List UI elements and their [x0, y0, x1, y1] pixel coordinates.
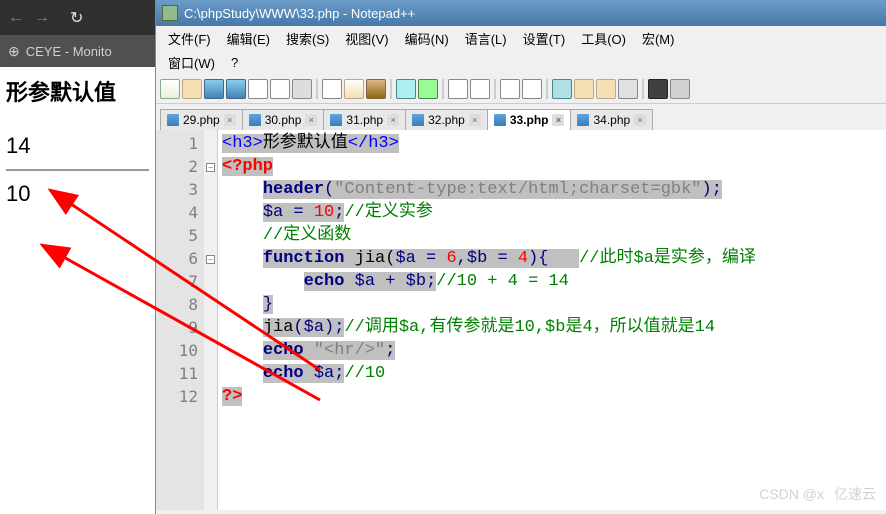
- save-all-icon[interactable]: [226, 79, 246, 99]
- menu-tools[interactable]: 工具(O): [573, 27, 634, 50]
- watermark-logo: 亿速云: [834, 484, 876, 504]
- watermark: CSDN @x 亿速云: [759, 484, 876, 504]
- menu-macro[interactable]: 宏(M): [634, 27, 683, 50]
- menu-help[interactable]: ?: [223, 53, 246, 72]
- paste-icon[interactable]: [366, 79, 386, 99]
- back-icon[interactable]: ←: [8, 9, 24, 27]
- file-tab[interactable]: 30.php×: [242, 109, 325, 130]
- disk-icon: [577, 114, 589, 126]
- toolbar-separator: [390, 79, 392, 99]
- menu-search[interactable]: 搜索(S): [278, 27, 337, 50]
- separator: [6, 169, 149, 171]
- zoom-in-icon[interactable]: [500, 79, 520, 99]
- toolbar-separator: [494, 79, 496, 99]
- menu-window[interactable]: 窗口(W): [160, 51, 223, 74]
- window-title: C:\phpStudy\WWW\33.php - Notepad++: [184, 6, 415, 21]
- file-tab[interactable]: 31.php×: [323, 109, 406, 130]
- menu-file[interactable]: 文件(F): [160, 27, 219, 50]
- replace-icon[interactable]: [470, 79, 490, 99]
- tab-close-icon[interactable]: ×: [552, 114, 564, 126]
- print-icon[interactable]: [292, 79, 312, 99]
- menu-view[interactable]: 视图(V): [337, 27, 396, 50]
- tab-close-icon[interactable]: ×: [224, 114, 236, 126]
- tab-close-icon[interactable]: ×: [469, 114, 481, 126]
- indent-guide-icon[interactable]: [618, 79, 638, 99]
- toolbar-separator: [642, 79, 644, 99]
- close-icon[interactable]: [248, 79, 268, 99]
- disk-icon: [412, 114, 424, 126]
- fold-toggle-icon[interactable]: −: [206, 255, 215, 264]
- watermark-csdn: CSDN @x: [759, 486, 824, 502]
- menu-settings[interactable]: 设置(T): [515, 27, 574, 50]
- file-tab[interactable]: 32.php×: [405, 109, 488, 130]
- disk-icon: [330, 114, 342, 126]
- page-heading: 形参默认值: [6, 75, 149, 107]
- copy-icon[interactable]: [344, 79, 364, 99]
- open-file-icon[interactable]: [182, 79, 202, 99]
- menu-bar-2: 窗口(W) ?: [156, 50, 886, 74]
- window-titlebar[interactable]: C:\phpStudy\WWW\33.php - Notepad++: [156, 0, 886, 26]
- globe-icon: ⊕: [8, 43, 20, 60]
- new-file-icon[interactable]: [160, 79, 180, 99]
- line-numbers: 1 2 3 4 5 6 7 8 9 10 11 12: [156, 130, 204, 510]
- browser-viewport: 形参默认值 14 10: [0, 67, 155, 221]
- output-value-1: 14: [6, 127, 149, 165]
- disk-icon: [249, 114, 261, 126]
- word-wrap-icon[interactable]: [574, 79, 594, 99]
- toolbar-separator: [316, 79, 318, 99]
- sync-scroll-icon[interactable]: [552, 79, 572, 99]
- menu-bar: 文件(F) 编辑(E) 搜索(S) 视图(V) 编码(N) 语言(L) 设置(T…: [156, 26, 886, 50]
- menu-language[interactable]: 语言(L): [457, 27, 515, 50]
- toolbar-separator: [442, 79, 444, 99]
- toolbar-separator: [546, 79, 548, 99]
- browser-tab[interactable]: ⊕ CEYE - Monito: [0, 35, 155, 67]
- browser-panel: ← → ↻ ⊕ CEYE - Monito 形参默认值 14 10: [0, 0, 155, 514]
- doc-map-icon[interactable]: [670, 79, 690, 99]
- fold-toggle-icon[interactable]: −: [206, 163, 215, 172]
- close-all-icon[interactable]: [270, 79, 290, 99]
- show-symbols-icon[interactable]: [596, 79, 616, 99]
- find-icon[interactable]: [448, 79, 468, 99]
- menu-encoding[interactable]: 编码(N): [397, 27, 457, 50]
- tab-close-icon[interactable]: ×: [305, 114, 317, 126]
- menu-edit[interactable]: 编辑(E): [219, 27, 278, 50]
- file-tab[interactable]: 34.php×: [570, 109, 653, 130]
- notepad-window: C:\phpStudy\WWW\33.php - Notepad++ 文件(F)…: [155, 0, 886, 514]
- file-tab-active[interactable]: 33.php×: [487, 109, 572, 130]
- tab-close-icon[interactable]: ×: [634, 114, 646, 126]
- file-tab[interactable]: 29.php×: [160, 109, 243, 130]
- forward-icon[interactable]: →: [34, 9, 50, 27]
- browser-nav-bar: ← → ↻: [0, 0, 155, 35]
- save-icon[interactable]: [204, 79, 224, 99]
- fold-gutter: − −: [204, 130, 218, 510]
- refresh-icon[interactable]: ↻: [70, 8, 83, 28]
- function-list-icon[interactable]: [648, 79, 668, 99]
- toolbar: [156, 74, 886, 104]
- undo-icon[interactable]: [396, 79, 416, 99]
- disk-icon: [494, 114, 506, 126]
- file-tabs: 29.php× 30.php× 31.php× 32.php× 33.php× …: [156, 104, 886, 130]
- app-icon: [162, 5, 178, 21]
- disk-icon: [167, 114, 179, 126]
- redo-icon[interactable]: [418, 79, 438, 99]
- tab-close-icon[interactable]: ×: [387, 114, 399, 126]
- zoom-out-icon[interactable]: [522, 79, 542, 99]
- editor-area[interactable]: 1 2 3 4 5 6 7 8 9 10 11 12 − − <h3>形参默认值…: [156, 130, 886, 510]
- browser-tab-title: CEYE - Monito: [26, 44, 112, 59]
- code-content[interactable]: <h3>形参默认值</h3> <?php header("Content-typ…: [218, 130, 886, 510]
- output-value-2: 10: [6, 175, 149, 213]
- cut-icon[interactable]: [322, 79, 342, 99]
